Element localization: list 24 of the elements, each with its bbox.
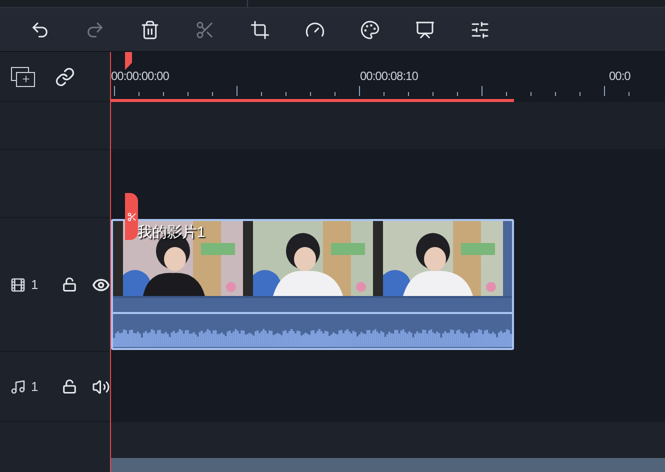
track-number: 1 (31, 378, 40, 396)
presentation-icon (415, 20, 435, 40)
redo-icon (85, 20, 105, 40)
timecode: 00:0 (609, 68, 632, 85)
film-icon (10, 276, 26, 292)
link-icon[interactable] (55, 66, 75, 86)
gauge-icon (305, 20, 325, 40)
add-track-icon[interactable] (11, 66, 35, 86)
split-handle[interactable] (125, 193, 138, 240)
crop-icon (250, 20, 270, 40)
unlocked-lock-icon[interactable] (62, 277, 77, 292)
timecode: 00:00:00:00 (111, 68, 170, 85)
palette-icon (360, 20, 380, 40)
undo-icon (30, 20, 50, 40)
music-note-icon (10, 378, 26, 394)
sliders-icon (470, 20, 490, 40)
timecode: 00:00:08:10 (360, 68, 419, 85)
scissors-icon (126, 212, 136, 222)
speaker-icon[interactable] (92, 378, 110, 396)
unlocked-lock-icon[interactable] (62, 379, 77, 394)
scissors-icon (195, 20, 215, 40)
scrollbar[interactable] (111, 458, 665, 472)
trash-icon (140, 20, 160, 40)
track-number: 1 (31, 276, 40, 294)
